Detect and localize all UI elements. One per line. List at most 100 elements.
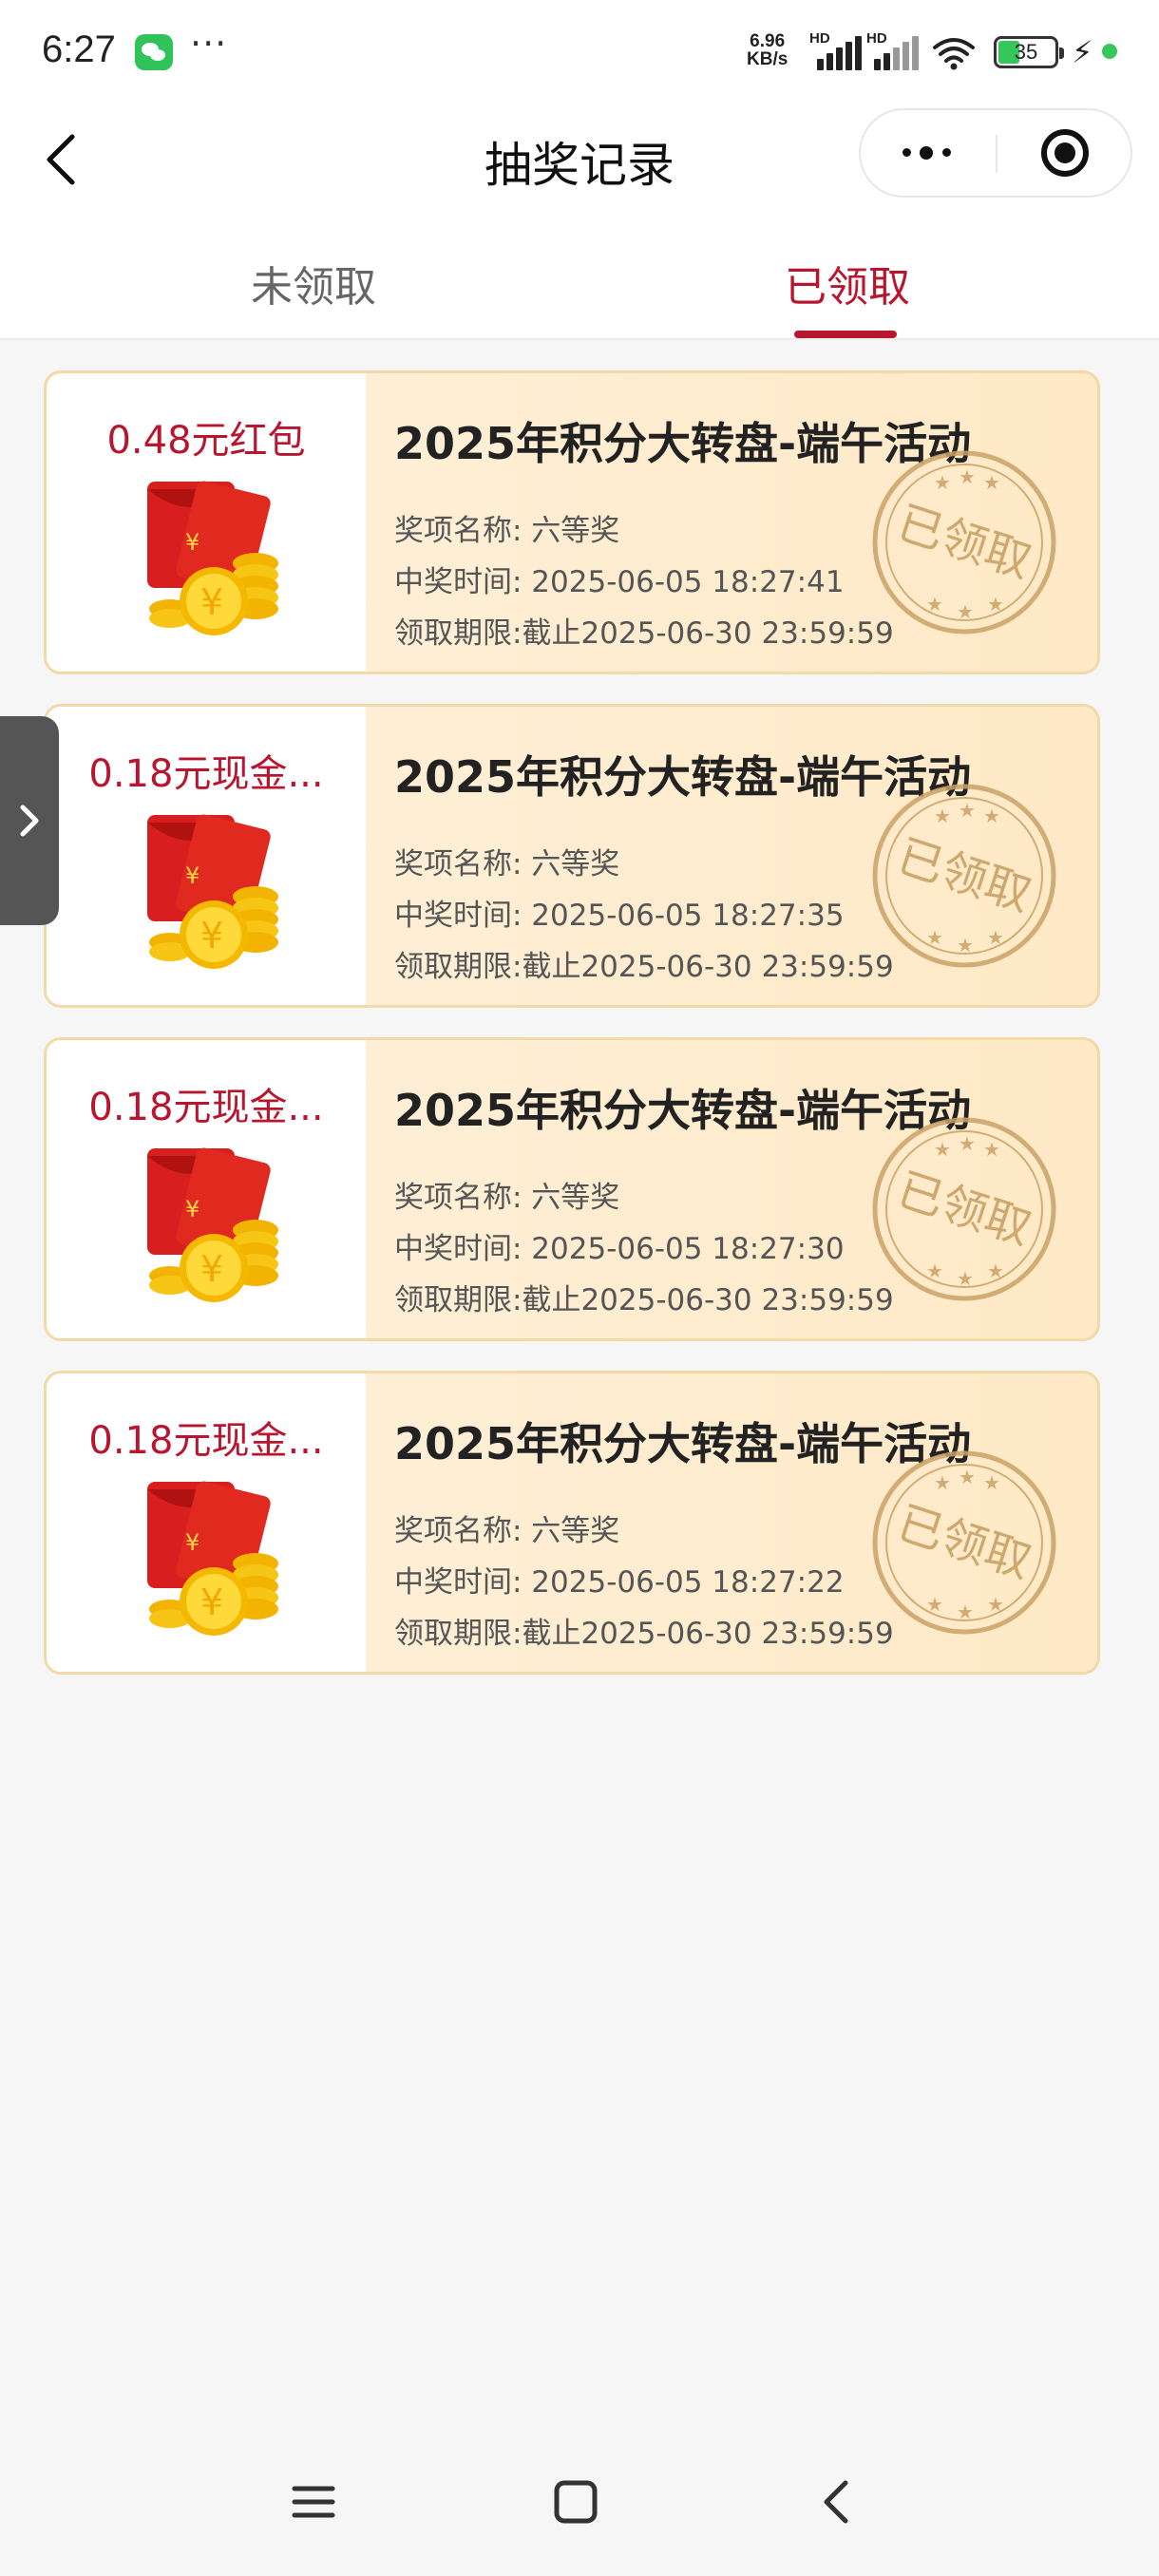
tab-claimed[interactable]: 已领取 [705, 253, 990, 313]
record-card[interactable]: 0.18元现金... ¥ ¥ 2025年积分大转盘-端午活动 奖项名称: 六等奖 [44, 1037, 1100, 1341]
svg-text:★: ★ [926, 593, 943, 616]
close-mini-program-icon[interactable] [998, 110, 1130, 196]
more-notifications-icon: ··· [190, 23, 228, 65]
svg-text:已领取: 已领取 [891, 1496, 1037, 1589]
claim-deadline: 领取期限:截止2025-06-30 23:59:59 [394, 1283, 894, 1317]
svg-text:★: ★ [983, 1471, 1000, 1494]
prize-panel: 0.18元现金... ¥ ¥ [47, 1040, 366, 1338]
svg-text:★: ★ [983, 1138, 1000, 1161]
chevron-right-icon [20, 805, 39, 837]
bolt-icon: ⚡ [1072, 34, 1093, 70]
svg-text:¥: ¥ [200, 1582, 223, 1623]
svg-text:¥: ¥ [200, 915, 223, 957]
svg-text:已领取: 已领取 [891, 496, 1037, 589]
record-info: 2025年积分大转盘-端午活动 奖项名称: 六等奖 中奖时间: 2025-06-… [366, 1040, 1097, 1338]
claim-deadline: 领取期限:截止2025-06-30 23:59:59 [394, 616, 894, 651]
prize-panel: 0.18元现金... ¥ ¥ [47, 1373, 366, 1672]
prize-name: 奖项名称: 六等奖 [394, 1514, 620, 1548]
prize-amount: 0.18元现金... [88, 1086, 324, 1129]
claimed-stamp-icon: ★ ★ ★ ★ ★ ★ 已领取 [872, 784, 1056, 968]
system-navigation-bar [0, 2451, 1159, 2555]
svg-text:¥: ¥ [185, 1196, 200, 1222]
menu-icon[interactable] [285, 2473, 342, 2530]
battery-level: 35 [1014, 40, 1038, 64]
signal-icon: HD [809, 30, 863, 70]
svg-text:★: ★ [987, 926, 1004, 949]
privacy-dot-icon [1102, 44, 1117, 59]
red-envelope-coins-icon: ¥ ¥ [147, 481, 278, 635]
svg-text:¥: ¥ [185, 862, 200, 889]
prize-amount: 0.18元现金... [88, 1419, 324, 1463]
claimed-stamp-icon: ★ ★ ★ ★ ★ ★ 已领取 [872, 1117, 1056, 1301]
record-info: 2025年积分大转盘-端午活动 奖项名称: 六等奖 中奖时间: 2025-06-… [366, 1373, 1097, 1672]
network-speed-unit: KB/s [747, 49, 788, 69]
claim-deadline: 领取期限:截止2025-06-30 23:59:59 [394, 950, 894, 984]
red-envelope-coins-icon: ¥ ¥ [147, 1147, 278, 1302]
record-info: 2025年积分大转盘-端午活动 奖项名称: 六等奖 中奖时间: 2025-06-… [366, 373, 1097, 672]
red-envelope-coins-icon: ¥ ¥ [147, 814, 278, 969]
svg-text:★: ★ [959, 1466, 976, 1488]
svg-text:★: ★ [987, 1593, 1004, 1616]
win-time: 中奖时间: 2025-06-05 18:27:22 [394, 1565, 845, 1600]
svg-text:★: ★ [957, 1267, 974, 1290]
battery-icon: 35 [994, 36, 1064, 68]
prize-amount: 0.48元红包 [106, 419, 306, 463]
status-time: 6:27 [42, 28, 116, 70]
wifi-icon [933, 38, 975, 70]
prize-name: 奖项名称: 六等奖 [394, 1181, 620, 1215]
claimed-stamp-icon: ★ ★ ★ ★ ★ ★ 已领取 [872, 1450, 1056, 1635]
svg-text:★: ★ [934, 805, 951, 827]
tab-bar: 未领取 已领取 [0, 217, 1159, 340]
claim-deadline: 领取期限:截止2025-06-30 23:59:59 [394, 1617, 894, 1651]
record-card[interactable]: 0.18元现金... ¥ ¥ 2025年积分大转盘-端午活动 奖项名称: 六等奖 [44, 704, 1100, 1008]
svg-text:★: ★ [926, 1593, 943, 1616]
win-time: 中奖时间: 2025-06-05 18:27:35 [394, 899, 845, 933]
svg-text:★: ★ [959, 1132, 976, 1155]
prize-panel: 0.48元红包 ¥ ¥ [47, 373, 366, 672]
win-time: 中奖时间: 2025-06-05 18:27:41 [394, 565, 845, 599]
svg-text:★: ★ [957, 1601, 974, 1623]
network-speed: 6.96 KB/s [747, 32, 788, 68]
home-icon[interactable] [547, 2473, 604, 2530]
wechat-icon [135, 34, 173, 70]
prize-name: 奖项名称: 六等奖 [394, 847, 620, 881]
status-bar: 6:27 ··· 6.96 KB/s HD HD 35 ⚡ [0, 0, 1159, 104]
prize-panel: 0.18元现金... ¥ ¥ [47, 707, 366, 1005]
svg-text:¥: ¥ [200, 1248, 223, 1290]
signal-hd-label: HD [866, 30, 887, 47]
svg-text:★: ★ [983, 805, 1000, 827]
svg-text:★: ★ [987, 1260, 1004, 1282]
tab-active-indicator [794, 331, 897, 338]
red-envelope-coins-icon: ¥ ¥ [147, 1481, 278, 1636]
record-card[interactable]: 0.18元现金... ¥ ¥ 2025年积分大转盘-端午活动 奖项名称: 六等奖 [44, 1371, 1100, 1675]
svg-text:★: ★ [934, 1138, 951, 1161]
win-time: 中奖时间: 2025-06-05 18:27:30 [394, 1232, 845, 1266]
svg-text:★: ★ [983, 471, 1000, 494]
back-nav-icon[interactable] [809, 2473, 866, 2530]
svg-text:¥: ¥ [185, 1529, 200, 1556]
record-info: 2025年积分大转盘-端午活动 奖项名称: 六等奖 中奖时间: 2025-06-… [366, 707, 1097, 1005]
svg-text:已领取: 已领取 [891, 1163, 1037, 1256]
signal-icon: HD [866, 30, 920, 70]
side-drawer-handle[interactable] [0, 716, 59, 925]
record-card[interactable]: 0.48元红包 ¥ ¥ 2025年积分大转盘-端午活动 奖项名称: 六等奖 中奖… [44, 370, 1100, 674]
svg-text:¥: ¥ [200, 581, 223, 623]
svg-text:★: ★ [957, 600, 974, 623]
more-icon[interactable] [861, 110, 996, 196]
tab-unclaimed[interactable]: 未领取 [171, 253, 456, 313]
svg-text:¥: ¥ [185, 529, 200, 556]
svg-text:★: ★ [926, 926, 943, 949]
svg-text:★: ★ [934, 1471, 951, 1494]
prize-name: 奖项名称: 六等奖 [394, 514, 620, 548]
svg-text:已领取: 已领取 [891, 829, 1037, 922]
svg-text:★: ★ [959, 465, 976, 488]
network-speed-value: 6.96 [750, 31, 786, 51]
prize-amount: 0.18元现金... [88, 752, 324, 796]
nav-bar: 抽奖记录 [0, 104, 1159, 217]
svg-text:★: ★ [959, 799, 976, 822]
mini-program-capsule [859, 108, 1132, 198]
svg-text:★: ★ [934, 471, 951, 494]
svg-text:★: ★ [987, 593, 1004, 616]
svg-text:★: ★ [957, 934, 974, 957]
svg-text:★: ★ [926, 1260, 943, 1282]
